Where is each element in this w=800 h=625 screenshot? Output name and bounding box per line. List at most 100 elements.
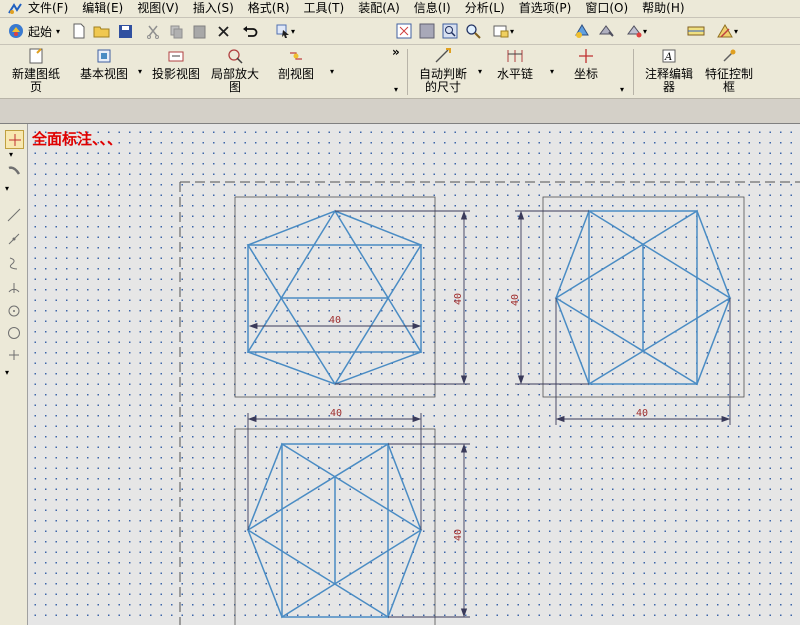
pan-icon [442,23,458,39]
dim-text[interactable]: 40 [330,408,342,419]
undo-button[interactable] [240,21,260,41]
left-toolbar: ▾ ▾ ▾ [0,124,28,625]
line-tool[interactable] [5,206,22,223]
spline-icon [9,257,17,269]
drawing-canvas[interactable]: 全面标注、、、 40 40 40 40 40 40 [28,124,800,625]
ribbon-separator [407,49,408,95]
dim-text[interactable]: 40 [453,293,464,305]
chevron-down-icon[interactable]: ▾ [9,150,13,159]
point-tool[interactable] [5,302,22,319]
dim-text[interactable]: 40 [329,315,341,326]
menu-tools[interactable]: 工具(T) [304,1,345,16]
start-button[interactable]: 起始 ▾ [8,21,66,41]
view-3[interactable]: 40 40 [234,408,470,625]
copy-icon [170,25,182,38]
sheet-toggle-button[interactable] [686,21,706,41]
chevron-down-icon[interactable]: ▾ [550,67,554,76]
plus-icon [8,349,19,360]
circle-tool[interactable] [5,324,22,341]
render-wireframe-button[interactable] [596,21,616,41]
menu-analysis[interactable]: 分析(L) [465,1,505,16]
chevron-down-icon[interactable]: ▾ [5,368,9,377]
view-1-boundary [234,196,436,398]
dim-text[interactable]: 40 [453,529,464,541]
ribbon-group-menu-icon[interactable]: ▾ [620,85,624,94]
view-orient-icon [493,25,509,38]
base-view-icon [97,49,111,63]
menu-help[interactable]: 帮助(H) [642,1,684,16]
menu-edit[interactable]: 编辑(E) [82,1,123,16]
open-button[interactable] [92,21,112,41]
paste-button[interactable] [190,21,208,41]
view-1[interactable]: 40 40 [234,196,470,398]
save-icon [118,24,132,38]
horizontal-chain-button[interactable]: 水平链 [490,47,540,81]
cut-button[interactable] [144,21,162,41]
more-tools-button[interactable]: » [392,45,400,59]
coordinate-icon [579,49,593,63]
menu-info[interactable]: 信息(I) [414,1,451,16]
section-view-button[interactable]: 剖视图 [272,47,320,81]
select-icon [276,24,289,38]
projected-view-icon [168,51,184,62]
auto-dimension-button[interactable]: 自动判断 的尺寸 [414,47,472,94]
feature-control-frame-button[interactable]: 特征控制 框 [700,47,758,94]
chevron-down-icon: ▾ [642,26,647,36]
menu-file[interactable]: 文件(F) [28,1,68,16]
delete-button[interactable] [214,21,232,41]
shaded-icon [575,24,589,38]
save-button[interactable] [116,21,134,41]
copy-button[interactable] [167,21,185,41]
chevron-down-icon[interactable]: ▾ [5,184,9,193]
arc-icon [8,233,19,244]
spline-tool[interactable] [5,254,22,271]
arc-center-tool[interactable] [5,278,22,295]
cross-tool[interactable] [5,346,22,363]
new-file-icon [73,23,85,39]
menu-view[interactable]: 视图(V) [137,1,179,16]
dim-text[interactable]: 40 [510,294,521,306]
base-view-button[interactable]: 基本视图 [76,47,132,81]
render-style-button[interactable]: ▾ [620,21,652,41]
view-2[interactable]: 40 40 [510,196,745,425]
menu-assembly[interactable]: 装配(A) [358,1,400,16]
arc-tool[interactable] [5,230,22,247]
magnify-button[interactable] [464,21,482,41]
feature-control-label-2: 框 [722,80,735,94]
svg-text:A: A [664,52,672,63]
ribbon-separator [633,49,634,95]
chevron-down-icon[interactable]: ▾ [138,67,142,76]
new-sheet-label-2: 页 [29,80,42,94]
base-view-label: 基本视图 [79,67,128,81]
dim-text[interactable]: 40 [636,408,648,419]
select-tool[interactable] [5,130,24,149]
chevron-down-icon[interactable]: ▾ [478,67,482,76]
new-sheet-button[interactable]: 新建图纸 页 [8,47,64,94]
drafting-settings-button[interactable]: ▾ [710,21,744,41]
note-editor-label-2: 器 [662,80,675,94]
menu-bar: 文件(F) 编辑(E) 视图(V) 插入(S) 格式(R) 工具(T) 装配(A… [0,0,800,18]
note-editor-button[interactable]: A 注释编辑 器 [640,47,698,94]
horizontal-chain-label: 水平链 [496,67,533,81]
section-view-icon [290,52,302,60]
drawing-ribbon: 新建图纸 页 基本视图 ▾ 投影视图 局部放大 图 剖视图 ▾ » ▾ 自动判断… [0,45,800,99]
smooth-tool[interactable] [5,162,22,179]
detail-view-button[interactable]: 局部放大 图 [207,47,263,94]
app-icon [8,2,22,14]
zoom-area-button[interactable] [418,21,436,41]
ribbon-group-menu-icon[interactable]: ▾ [394,85,398,94]
menu-preferences[interactable]: 首选项(P) [519,1,572,16]
new-file-button[interactable] [70,21,88,41]
chevron-down-icon[interactable]: ▾ [330,67,334,76]
menu-window[interactable]: 窗口(O) [585,1,628,16]
standard-toolbar: 起始 ▾ ▾ ▾ ▾ ▾ [0,18,800,45]
menu-insert[interactable]: 插入(S) [193,1,234,16]
select-filter-button[interactable]: ▾ [268,21,302,41]
menu-format[interactable]: 格式(R) [248,1,290,16]
render-shaded-button[interactable] [572,21,592,41]
pan-button[interactable] [441,21,459,41]
projected-view-button[interactable]: 投影视图 [148,47,204,81]
view-orient-button[interactable]: ▾ [487,21,519,41]
fit-button[interactable] [395,21,413,41]
coordinate-button[interactable]: 坐标 [566,47,606,81]
